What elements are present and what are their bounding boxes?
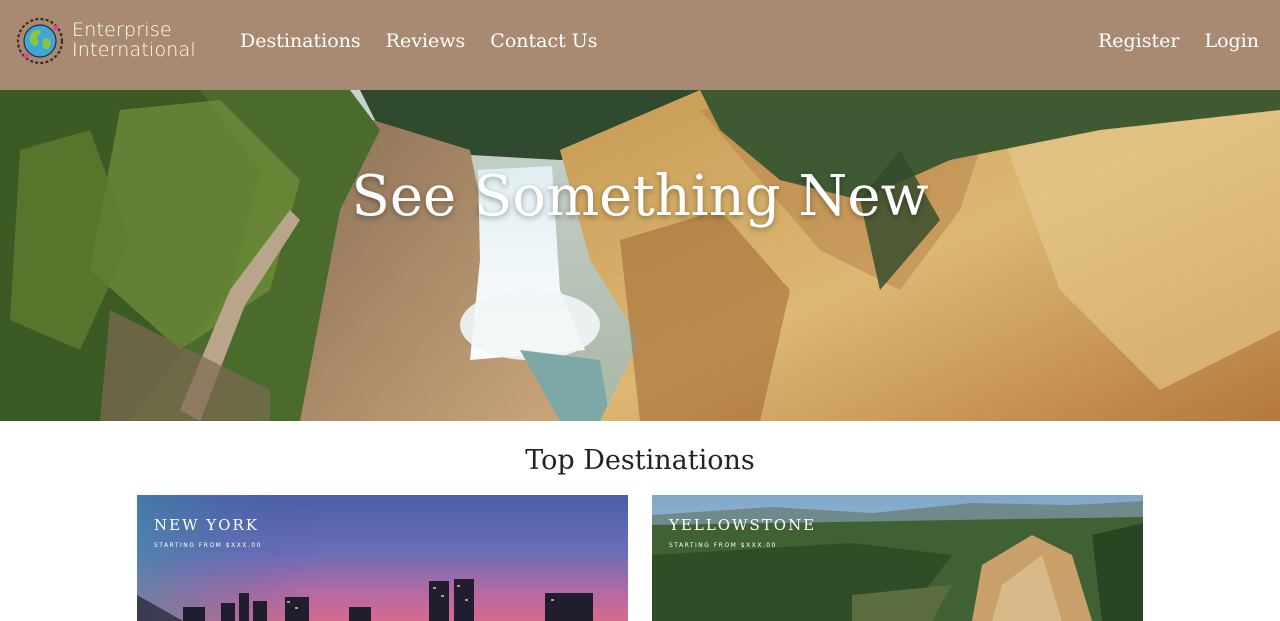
top-navbar: Enterprise International Destinations Re…	[0, 0, 1280, 90]
hero-canyon-image	[0, 90, 1280, 421]
hero-banner: See Something New	[0, 90, 1280, 421]
brand-logo[interactable]: Enterprise International	[16, 17, 202, 65]
account-nav: Register Login	[1098, 29, 1259, 53]
register-link[interactable]: Register	[1098, 29, 1180, 53]
hero-title: See Something New	[351, 164, 929, 229]
section-title: Top Destinations	[525, 445, 755, 476]
nav-reviews-link[interactable]: Reviews	[386, 29, 466, 53]
yellowstone-canyon-image	[652, 495, 1143, 621]
card-title: New York	[154, 516, 259, 534]
login-link[interactable]: Login	[1204, 29, 1259, 53]
nav-destinations-link[interactable]: Destinations	[240, 29, 361, 53]
new-york-skyline-image	[137, 495, 628, 621]
card-price: Starting from $xxx.00	[669, 542, 777, 549]
primary-nav: Destinations Reviews Contact Us	[240, 29, 598, 53]
brand-name-line1: Enterprise	[72, 19, 172, 41]
brand-name: Enterprise International	[72, 20, 196, 60]
brand-name-line2: International	[72, 39, 196, 61]
card-price: Starting from $xxx.00	[154, 542, 262, 549]
destination-card-new-york[interactable]: New York Starting from $xxx.00	[137, 495, 628, 621]
destination-card-yellowstone[interactable]: Yellowstone Starting from $xxx.00	[652, 495, 1143, 621]
globe-icon	[16, 17, 64, 65]
card-title: Yellowstone	[669, 516, 817, 534]
nav-contact-link[interactable]: Contact Us	[490, 29, 597, 53]
